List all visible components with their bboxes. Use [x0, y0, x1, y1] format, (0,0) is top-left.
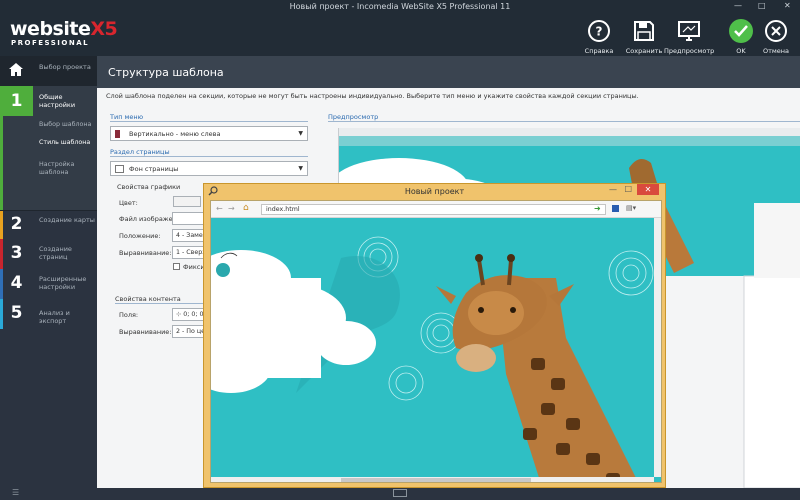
- nav-step-1[interactable]: 1 Общие настройки: [0, 86, 97, 116]
- app-header: websiteX5 PROFESSIONAL ? Справка Сохрани…: [0, 14, 800, 56]
- page-section-label: Раздел страницы: [110, 148, 170, 156]
- preview-window-title: Новый проект: [404, 187, 465, 196]
- preview-minimize-button[interactable]: —: [609, 185, 617, 194]
- browser-page: [211, 218, 661, 482]
- nav-step-3-label: Создание страниц: [39, 245, 72, 261]
- close-icon: [765, 20, 787, 42]
- save-label: Сохранить: [625, 47, 663, 55]
- preview-section-label: Предпросмотр: [328, 113, 379, 121]
- nav-sub-template-settings[interactable]: Настройка шаблона: [39, 161, 95, 177]
- monitor-icon: [678, 21, 700, 41]
- preview-maximize-button[interactable]: □: [624, 184, 632, 193]
- fixed-checkbox[interactable]: [173, 263, 180, 270]
- image-file-input[interactable]: [172, 212, 204, 225]
- app-logo: websiteX5: [10, 18, 118, 40]
- panel-description: Слой шаблона поделен на секции, которые …: [106, 92, 639, 100]
- browser-frame: ← → ⌂ index.html ➜ ▤▾: [210, 200, 662, 483]
- margins-value: 0; 0; 0: [183, 311, 204, 318]
- home-icon: [9, 63, 23, 76]
- chevron-down-icon: ▼: [298, 165, 303, 172]
- forward-arrow-icon[interactable]: →: [228, 204, 235, 213]
- alignment-select[interactable]: 1 - Сверху: [172, 246, 204, 259]
- position-label: Положение:: [119, 232, 161, 240]
- menu-type-value: Вертикально - меню слева: [129, 130, 221, 138]
- page-background-icon: [115, 165, 124, 173]
- nav-step-2[interactable]: 2 Создание карты: [0, 210, 97, 239]
- nav-step-4-number: 4: [10, 273, 23, 293]
- image-file-label: Файл изображе...: [119, 215, 179, 223]
- step-navigation: Выбор проекта 1 Общие настройки Выбор ша…: [0, 56, 97, 500]
- horizontal-scrollbar[interactable]: [211, 477, 654, 482]
- chevron-down-icon: ▼: [298, 130, 303, 137]
- go-arrow-icon[interactable]: ➜: [594, 204, 601, 213]
- preview-button[interactable]: Предпросмотр: [664, 18, 714, 55]
- help-button[interactable]: ? Справка: [574, 18, 624, 55]
- content-properties-label: Свойства контента: [115, 295, 181, 303]
- nav-step-4-label: Расширенные настройки: [39, 275, 87, 291]
- preview-label: Предпросмотр: [664, 47, 715, 55]
- maximize-button[interactable]: □: [758, 1, 766, 10]
- nav-step-5-label: Анализ и экспорт: [39, 309, 70, 325]
- floppy-disk-icon: [634, 21, 654, 41]
- nav-step-1-label: Общие настройки: [33, 86, 97, 116]
- nav-step-2-number: 2: [10, 214, 23, 234]
- menu-type-section-label: Тип меню: [110, 113, 144, 121]
- svg-text:?: ?: [596, 25, 603, 39]
- cancel-label: Отмена: [762, 47, 790, 55]
- nav-step-4[interactable]: 4 Расширенные настройки: [0, 269, 97, 299]
- position-select[interactable]: 4 - Заместить: [172, 229, 204, 242]
- nav-home[interactable]: Выбор проекта: [0, 56, 97, 86]
- help-icon: ?: [588, 20, 610, 42]
- address-bar[interactable]: index.html: [261, 204, 606, 215]
- save-button[interactable]: Сохранить: [619, 18, 669, 55]
- browser-toolbar: ← → ⌂ index.html ➜ ▤▾: [211, 201, 661, 218]
- list-icon[interactable]: ☰: [12, 488, 19, 497]
- content-alignment-label: Выравнивание:: [119, 328, 172, 336]
- save-page-icon[interactable]: [612, 205, 619, 212]
- nav-step-2-label: Создание карты: [39, 216, 95, 224]
- page-section-dropdown[interactable]: Фон страницы ▼: [110, 161, 308, 176]
- vertical-scrollbar[interactable]: [654, 218, 661, 477]
- color-swatch[interactable]: [173, 196, 201, 207]
- nav-sub-template-style[interactable]: Стиль шаблона: [39, 139, 95, 147]
- help-label: Справка: [584, 47, 614, 55]
- app-footer: ☰: [0, 488, 800, 500]
- graphics-properties-label: Свойства графики: [117, 183, 181, 191]
- margins-input[interactable]: ⊹ 0; 0; 0: [172, 308, 204, 321]
- app-logo-edition: PROFESSIONAL: [11, 39, 90, 47]
- content-alignment-select[interactable]: 2 - По цен: [172, 325, 204, 338]
- giraffe-hero-image: [211, 218, 661, 482]
- cancel-button[interactable]: Отмена: [751, 18, 800, 55]
- menu-layout-icon: [115, 130, 120, 138]
- menu-type-dropdown[interactable]: Вертикально - меню слева ▼: [110, 126, 308, 141]
- nav-step-5-number: 5: [10, 303, 23, 323]
- resize-grip-icon[interactable]: [393, 489, 407, 497]
- minimize-button[interactable]: —: [734, 1, 742, 10]
- preview-close-button[interactable]: ✕: [637, 184, 659, 195]
- page-menu-icon[interactable]: ▤▾: [626, 204, 636, 212]
- alignment-label: Выравнивание:: [119, 249, 172, 257]
- preview-window: Новый проект — □ ✕ ← → ⌂ index.html ➜ ▤▾: [203, 183, 666, 488]
- back-arrow-icon[interactable]: ←: [216, 204, 223, 213]
- nav-sub-template-choice[interactable]: Выбор шаблона: [39, 121, 95, 129]
- page-title: Структура шаблона: [97, 56, 800, 88]
- page-section-value: Фон страницы: [129, 165, 179, 173]
- close-window-button[interactable]: ✕: [784, 1, 791, 10]
- nav-step-1-number: 1: [10, 91, 23, 111]
- nav-step-3-number: 3: [10, 243, 23, 263]
- window-title: Новый проект - Incomedia WebSite X5 Prof…: [289, 2, 511, 11]
- nav-step-5[interactable]: 5 Анализ и экспорт: [0, 299, 97, 329]
- nav-step-1-subitems: Выбор шаблона Стиль шаблона Настройка ша…: [0, 116, 97, 210]
- window-titlebar: Новый проект - Incomedia WebSite X5 Prof…: [0, 0, 800, 14]
- home-icon[interactable]: ⌂: [243, 203, 249, 213]
- color-label: Цвет:: [119, 199, 138, 207]
- nav-step-3[interactable]: 3 Создание страниц: [0, 239, 97, 269]
- margins-label: Поля:: [119, 311, 139, 319]
- nav-home-label: Выбор проекта: [39, 63, 91, 71]
